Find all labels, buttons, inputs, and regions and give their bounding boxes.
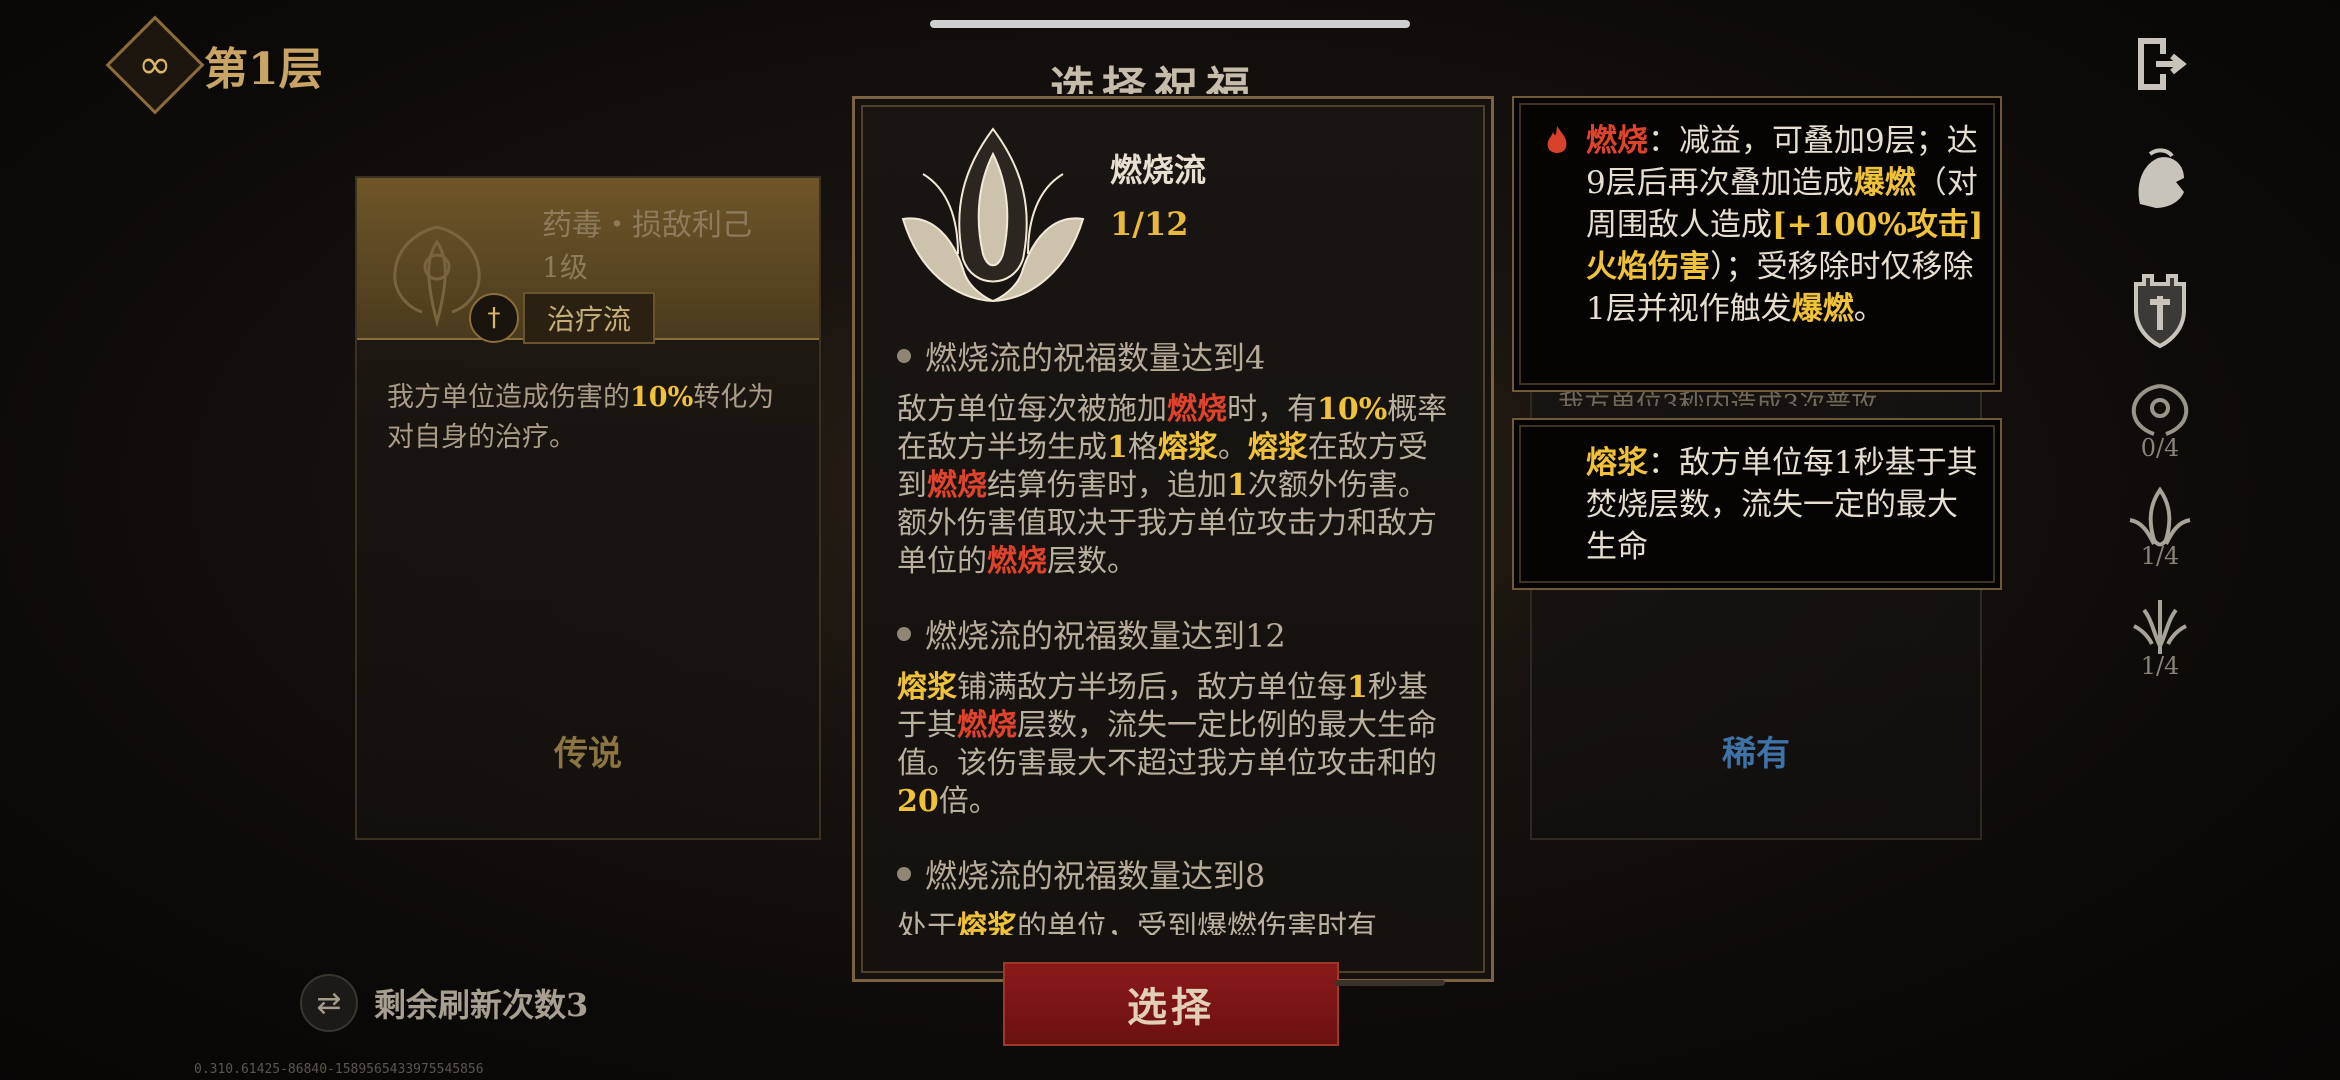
effect-threshold-heading: 燃烧流的祝福数量达到4 <box>897 333 1457 379</box>
text-segment: 层数。 <box>1047 544 1137 579</box>
blessing-name: 药毒・损敌利己 <box>542 208 752 243</box>
exit-door-icon <box>2138 38 2187 90</box>
text-segment: 的单位，受到爆燃伤害时有 <box>1017 910 1377 935</box>
heading-text: 燃烧流的祝福数量达到8 <box>925 857 1266 895</box>
text-segment: 熔浆 <box>1247 430 1308 465</box>
text-segment: 燃烧 <box>987 544 1047 579</box>
flame-lotus-emblem-icon <box>901 127 1085 302</box>
text-segment: 敌方单位每次被施加 <box>897 392 1167 427</box>
blessing-card-left[interactable]: 药毒・损敌利己 1级 † 治疗流 我方单位造成伤害的10%转化为对自身的治疗。 … <box>355 176 821 840</box>
refresh-button[interactable]: ⇄ 剩余刷新次数3 <box>300 974 588 1032</box>
school-count: 0/4 <box>2140 434 2180 462</box>
blessing-name: 燃烧流 <box>1110 151 1207 189</box>
heading-text: 燃烧流的祝福数量达到4 <box>925 339 1266 377</box>
bullet-dot <box>897 349 911 363</box>
blessing-card-selected[interactable]: 燃烧流 1/12 燃烧流的祝福数量达到4 敌方单位每次被施加燃烧时，有10%概率在… <box>852 96 1494 982</box>
blade-emblem-icon <box>2133 600 2187 654</box>
text-segment: 爆燃 <box>1791 291 1854 327</box>
text-segment: 爆燃 <box>1853 165 1916 201</box>
bullet-dot <box>897 867 911 881</box>
text-segment: 1 <box>1107 430 1128 465</box>
effect-threshold-heading: 燃烧流的祝福数量达到8 <box>897 851 1457 897</box>
tooltip-burn: 燃烧：减益，可叠加9层；达9层后再次叠加造成爆燃（对周围敌人造成[+100%攻击… <box>1512 96 2002 392</box>
effect-threshold-heading: 燃烧流的祝福数量达到12 <box>897 611 1457 657</box>
floor-indicator: ∞ 第1层 <box>105 15 323 115</box>
text-segment: 铺满敌方半场后，敌方单位每 <box>957 670 1347 705</box>
text-segment: 燃烧 <box>957 708 1017 743</box>
text-segment: 熔浆 <box>1586 445 1648 481</box>
refresh-icon: ⇄ <box>300 974 358 1032</box>
home-indicator[interactable] <box>930 20 1410 28</box>
text-segment: 处于 <box>897 910 957 935</box>
text-segment: 倍。 <box>938 784 999 819</box>
text-segment: 。 <box>1217 430 1248 465</box>
effect-description: 熔浆铺满敌方半场后，敌方单位每1秒基于其燃烧层数，流失一定比例的最大生命值。该伤… <box>897 669 1457 821</box>
infinity-icon: ∞ <box>105 15 205 115</box>
school-count: 1/4 <box>2140 652 2180 680</box>
text-segment: 燃烧 <box>1167 392 1227 427</box>
effect-description: 处于熔浆的单位，受到爆燃伤害时有 <box>897 909 1457 935</box>
defense-button[interactable] <box>2122 270 2198 350</box>
text-segment: 熔浆 <box>1157 430 1218 465</box>
card-header: 药毒・损敌利己 1级 † 治疗流 <box>357 178 819 344</box>
school-poison[interactable]: 0/4 <box>2122 380 2198 462</box>
text-segment: 。 <box>1853 291 1885 327</box>
school-burn[interactable]: 1/4 <box>2122 486 2198 570</box>
school-tag: † 治疗流 <box>469 292 656 344</box>
floor-label: 第1层 <box>204 44 323 95</box>
text-segment: 时，有 <box>1227 392 1317 427</box>
blessing-level: 1级 <box>542 251 588 284</box>
text-segment: 1 <box>1227 468 1248 503</box>
screen-title: 选择祝福 <box>1050 63 1258 94</box>
rarity-label: 传说 <box>554 734 622 774</box>
flame-icon <box>1547 126 1567 153</box>
school-tag-label: 治疗流 <box>523 292 656 344</box>
flame-emblem-icon <box>2129 486 2191 547</box>
text-segment: 20 <box>897 784 939 819</box>
blessing-effects[interactable]: 燃烧流的祝福数量达到4 敌方单位每次被施加燃烧时，有10%概率在敌方半场生成1格熔… <box>897 315 1457 935</box>
shield-tower-icon <box>2134 274 2186 349</box>
poison-emblem-icon <box>2131 384 2189 436</box>
scrollbar[interactable] <box>1335 980 1445 986</box>
build-info: 0.310.61425-86840-1589565433975545856 <box>194 1062 484 1077</box>
text-segment: 10% <box>1317 392 1388 427</box>
heading-text: 燃烧流的祝福数量达到12 <box>925 617 1286 655</box>
refresh-count-label: 剩余刷新次数3 <box>374 986 589 1024</box>
school-count: 1/4 <box>2140 542 2180 570</box>
text-segment: 结算伤害时，追加 <box>987 468 1227 503</box>
tooltip-text: 熔浆：敌方单位每1秒基于其焚烧层数，流失一定的最大生命 <box>1586 442 1986 568</box>
text-segment: 熔浆 <box>957 910 1017 935</box>
bullet-dot <box>897 627 911 641</box>
text-segment: 格 <box>1127 430 1158 465</box>
hero-button[interactable] <box>2122 148 2198 214</box>
knight-helmet-icon <box>2138 148 2184 208</box>
sword-icon: † <box>469 293 519 343</box>
rarity-label: 稀有 <box>1722 734 1790 774</box>
text-segment: 1 <box>1347 670 1368 705</box>
text-segment: 燃烧 <box>1586 123 1648 159</box>
tooltip-text: 燃烧：减益，可叠加9层；达9层后再次叠加造成爆燃（对周围敌人造成[+100%攻击… <box>1586 120 1986 330</box>
school-progress: 1/12 <box>1110 205 1189 243</box>
text-segment: 燃烧 <box>927 468 987 503</box>
effect-description: 敌方单位每次被施加燃烧时，有10%概率在敌方半场生成1格熔浆。熔浆在敌方受到燃烧… <box>897 391 1457 581</box>
blessing-description: 我方单位造成伤害的10%转化为对自身的治疗。 <box>387 382 775 453</box>
school-blade[interactable]: 1/4 <box>2122 596 2198 680</box>
exit-button[interactable] <box>2122 34 2198 94</box>
text-segment: 熔浆 <box>897 670 957 705</box>
tooltip-magma: 熔浆：敌方单位每1秒基于其焚烧层数，流失一定的最大生命 <box>1512 418 2002 590</box>
choose-button[interactable]: 选择 <box>1003 962 1339 1046</box>
